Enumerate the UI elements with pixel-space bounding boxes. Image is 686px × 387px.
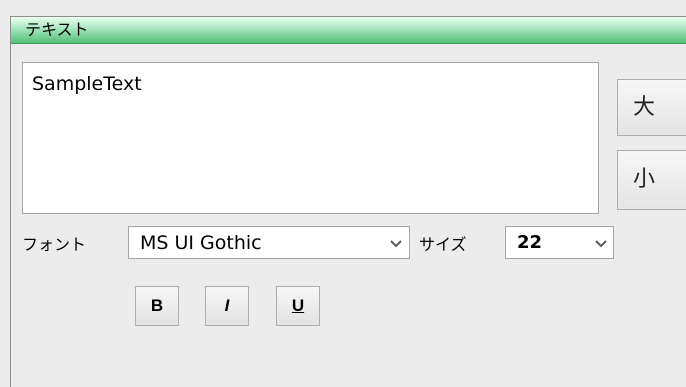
panel-title: テキスト	[25, 20, 89, 39]
size-label: サイズ	[419, 235, 467, 254]
font-select-value: MS UI Gothic	[140, 232, 262, 254]
font-select[interactable]: MS UI Gothic	[128, 226, 410, 259]
font-label: フォント	[22, 235, 87, 254]
bold-button[interactable]: B	[135, 286, 179, 326]
font-size-decrease-button[interactable]: 小	[617, 150, 686, 210]
chevron-down-icon	[390, 240, 402, 248]
underline-button[interactable]: U	[276, 286, 320, 326]
panel-header: テキスト	[11, 17, 686, 44]
italic-button[interactable]: I	[205, 286, 249, 326]
size-select-value: 22	[517, 232, 543, 253]
text-input-area[interactable]: SampleText	[22, 62, 599, 214]
font-size-increase-button[interactable]: 大	[617, 79, 686, 136]
size-select[interactable]: 22	[505, 226, 614, 259]
chevron-down-icon	[595, 240, 607, 248]
